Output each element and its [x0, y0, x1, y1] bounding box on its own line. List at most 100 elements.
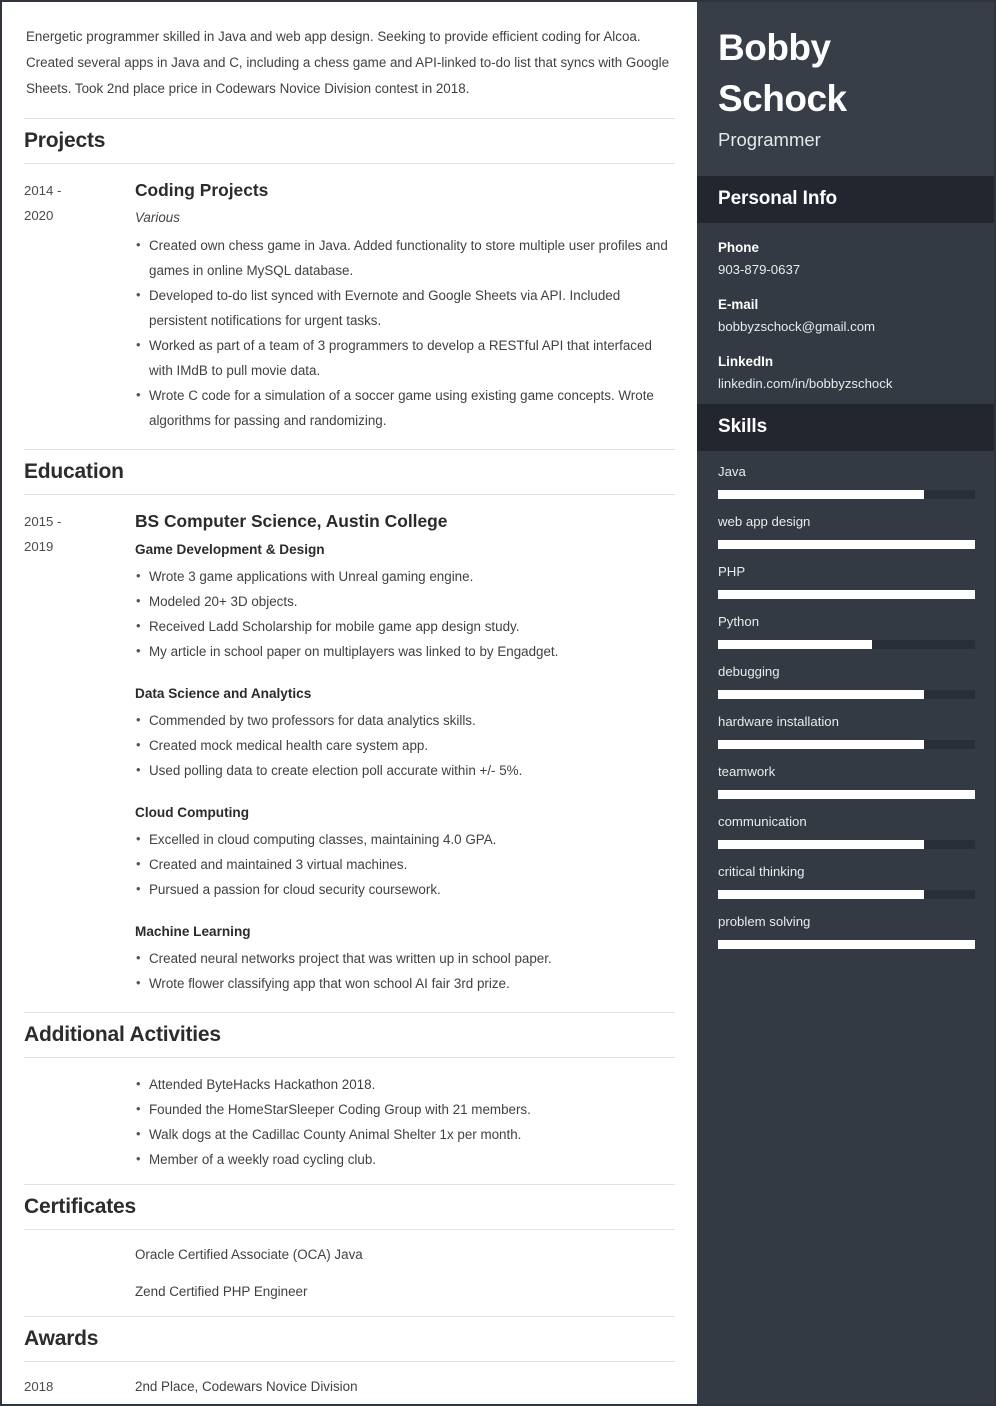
entry-date-line1: 2015 -: [24, 514, 62, 529]
activities-entry: Attended ByteHacks Hackathon 2018. Found…: [24, 1058, 675, 1172]
skill-bar-fill: [718, 540, 975, 549]
skill-item: problem solving: [718, 912, 975, 949]
skill-bar-fill: [718, 590, 975, 599]
personal-info-body: Phone 903-879-0637 E-mail bobbyzschock@g…: [697, 223, 994, 404]
list-item: Modeled 20+ 3D objects.: [135, 588, 671, 614]
skill-bar-track: [718, 640, 975, 649]
contact-item-phone: Phone 903-879-0637: [718, 237, 975, 280]
list-item: Developed to-do list synced with Evernot…: [135, 282, 671, 333]
list-item: Wrote C code for a simulation of a socce…: [135, 382, 671, 433]
entry-date-line1: 2014 -: [24, 183, 62, 198]
skill-label: PHP: [718, 564, 746, 579]
contact-label: E-mail: [718, 297, 759, 312]
entry-date-empty: [24, 1243, 135, 1267]
skill-bar-track: [718, 540, 975, 549]
skill-item: critical thinking: [718, 862, 975, 899]
skill-bar-fill: [718, 690, 924, 699]
list-item: Member of a weekly road cycling club.: [135, 1146, 671, 1172]
skill-bar-track: [718, 940, 975, 949]
award-row: 2018 2nd Place, Codewars Novice Division: [24, 1362, 675, 1399]
list-item: Wrote flower classifying app that won sc…: [135, 970, 671, 996]
contact-label: Phone: [718, 240, 759, 255]
education-subgroup: Machine Learning Created neural networks…: [135, 920, 671, 996]
education-entry: 2015 - 2019 BS Computer Science, Austin …: [24, 495, 675, 996]
subgroup-title: Data Science and Analytics: [135, 686, 312, 701]
contact-item-linkedin: LinkedIn linkedin.com/in/bobbyzschock: [718, 351, 975, 394]
certificate-name: Zend Certified PHP Engineer: [135, 1284, 308, 1299]
sidebar-section-title: Personal Info: [718, 188, 838, 209]
skill-label: problem solving: [718, 914, 811, 929]
list-item: Commended by two professors for data ana…: [135, 707, 671, 733]
skill-bar-fill: [718, 740, 924, 749]
certificate-row: Oracle Certified Associate (OCA) Java: [24, 1230, 675, 1267]
certificate-name: Oracle Certified Associate (OCA) Java: [135, 1247, 363, 1262]
list-item: Created neural networks project that was…: [135, 945, 671, 971]
subgroup-bullet-list: Excelled in cloud computing classes, mai…: [135, 826, 671, 902]
education-subgroup: Data Science and Analytics Commended by …: [135, 682, 671, 783]
candidate-role: Programmer: [718, 129, 821, 150]
project-bullet-list: Created own chess game in Java. Added fu…: [135, 232, 671, 433]
section-header-additional-activities: Additional Activities: [24, 1012, 675, 1058]
list-item: Worked as part of a team of 3 programmer…: [135, 332, 671, 383]
skill-bar-fill: [718, 640, 873, 649]
list-item: Walk dogs at the Cadillac County Animal …: [135, 1121, 671, 1147]
contact-label: LinkedIn: [718, 354, 774, 369]
skill-bar-track: [718, 690, 975, 699]
entry-date-empty: [24, 1280, 135, 1304]
skill-label: critical thinking: [718, 864, 805, 879]
award-date: 2018: [24, 1379, 54, 1394]
subgroup-bullet-list: Created neural networks project that was…: [135, 945, 671, 996]
list-item: Created mock medical health care system …: [135, 732, 671, 758]
section-additional-activities: Additional Activities Attended ByteHacks…: [24, 1012, 675, 1184]
skill-label: hardware installation: [718, 714, 839, 729]
entry-date-empty: [24, 1072, 135, 1172]
skills-list: Java web app design PHP Python debugging…: [697, 451, 994, 969]
skill-bar-fill: [718, 840, 924, 849]
skill-bar-track: [718, 840, 975, 849]
sidebar-name-header: Bobby Schock Programmer: [697, 2, 994, 176]
skill-bar-fill: [718, 940, 975, 949]
skill-item: PHP: [718, 562, 975, 599]
list-item: Wrote 3 game applications with Unreal ga…: [135, 563, 671, 589]
entry-date: 2015 - 2019: [24, 509, 135, 996]
list-item: Pursued a passion for cloud security cou…: [135, 876, 671, 902]
skill-bar-fill: [718, 790, 975, 799]
skill-item: web app design: [718, 512, 975, 549]
section-header-awards: Awards: [24, 1316, 675, 1362]
candidate-first-name: Bobby: [718, 27, 831, 68]
section-header-education: Education: [24, 449, 675, 495]
contact-value[interactable]: bobbyzschock@gmail.com: [718, 317, 975, 337]
skill-item: Python: [718, 612, 975, 649]
list-item: Created and maintained 3 virtual machine…: [135, 851, 671, 877]
skill-label: Java: [718, 464, 746, 479]
skill-label: debugging: [718, 664, 780, 679]
skill-item: Java: [718, 462, 975, 499]
entry-body: Attended ByteHacks Hackathon 2018. Found…: [135, 1071, 675, 1172]
section-title: Awards: [24, 1327, 99, 1350]
skill-bar-track: [718, 590, 975, 599]
section-title: Education: [24, 460, 124, 483]
entry-subtitle: Various: [135, 210, 180, 225]
skill-bar-fill: [718, 890, 924, 899]
subgroup-bullet-list: Commended by two professors for data ana…: [135, 707, 671, 783]
resume-page: Energetic programmer skilled in Java and…: [0, 0, 996, 1406]
contact-value[interactable]: 903-879-0637: [718, 260, 975, 280]
resume-sidebar: Bobby Schock Programmer Personal Info Ph…: [697, 2, 994, 1404]
education-subgroup: Game Development & Design Wrote 3 game a…: [135, 538, 671, 664]
skill-bar-track: [718, 740, 975, 749]
list-item: My article in school paper on multiplaye…: [135, 638, 671, 664]
section-header-projects: Projects: [24, 118, 675, 164]
entry-title: Coding Projects: [135, 180, 269, 200]
skill-label: communication: [718, 814, 807, 829]
skill-label: Python: [718, 614, 760, 629]
section-title: Additional Activities: [24, 1023, 221, 1046]
sidebar-section-header-personal-info: Personal Info: [697, 176, 994, 223]
entry-title: BS Computer Science, Austin College: [135, 511, 448, 531]
section-education: Education 2015 - 2019 BS Computer Scienc…: [24, 449, 675, 1012]
skill-bar-track: [718, 790, 975, 799]
contact-value[interactable]: linkedin.com/in/bobbyzschock: [718, 374, 975, 394]
